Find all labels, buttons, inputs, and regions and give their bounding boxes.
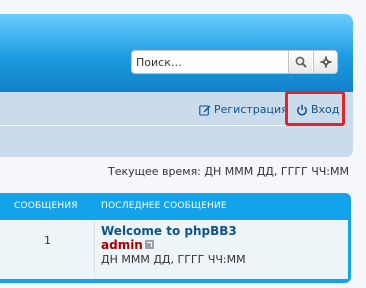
posts-count: 1 <box>44 234 51 247</box>
goto-post-icon[interactable] <box>145 240 154 249</box>
last-post-time: ДН МММ ДД, ГГГГ ЧЧ:ММ <box>101 253 246 266</box>
gear-icon <box>320 56 331 68</box>
register-link[interactable]: Регистрация <box>199 103 288 116</box>
current-time: Текущее время: ДН МММ ДД, ГГГГ ЧЧ:ММ <box>108 165 349 178</box>
column-divider <box>94 220 95 278</box>
edit-icon <box>199 104 211 116</box>
advanced-search-button[interactable] <box>313 51 337 73</box>
search-button[interactable] <box>288 51 312 73</box>
search-box <box>131 50 338 74</box>
last-post-author-link[interactable]: admin <box>101 238 143 252</box>
last-post-title-link[interactable]: Welcome to phpBB3 <box>101 224 237 238</box>
login-highlight-box <box>285 91 345 126</box>
posts-column-header: СООБЩЕНИЯ <box>14 201 78 211</box>
last-post-column-header: ПОСЛЕДНЕЕ СООБЩЕНИЕ <box>101 201 227 211</box>
search-icon <box>295 56 307 68</box>
search-input[interactable] <box>132 51 290 73</box>
register-label: Регистрация <box>214 103 288 116</box>
